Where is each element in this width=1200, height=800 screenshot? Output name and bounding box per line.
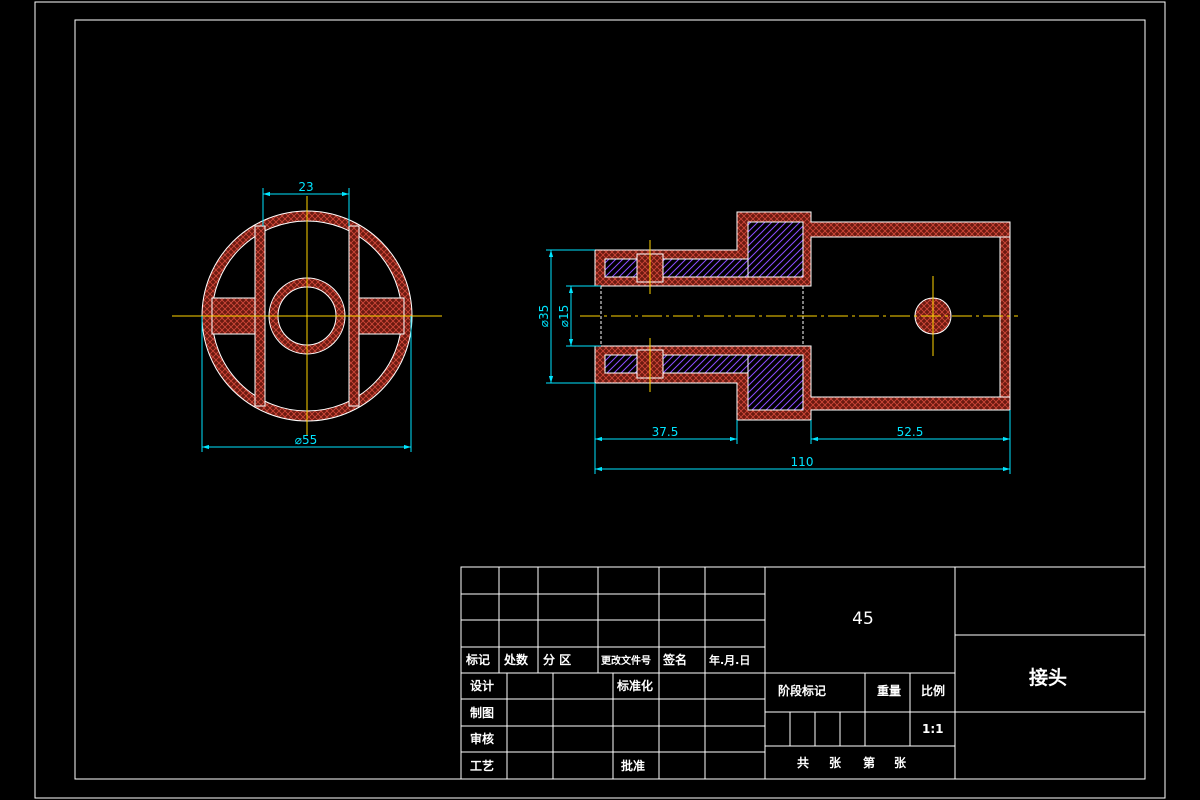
tb-change-doc: 更改文件号 <box>601 654 651 667</box>
dim-37-5: 37.5 <box>652 425 679 439</box>
side-top-pocket-b <box>662 258 749 278</box>
tb-sheets-number: 第 <box>863 755 875 770</box>
tb-zone: 分 区 <box>543 652 571 667</box>
cad-drawing: 23 ⌀55 ⌀35 ⌀15 37.5 52.5 110 标记 处数 分 区 更… <box>34 1 1166 799</box>
dim-diameter-15: ⌀15 <box>557 305 571 328</box>
side-bottom-pocket-c <box>747 354 804 411</box>
tb-signature: 签名 <box>662 652 687 667</box>
tb-design: 设计 <box>470 678 494 693</box>
tb-date: 年.月.日 <box>709 653 750 667</box>
dim-110: 110 <box>791 455 814 469</box>
tb-weight: 重量 <box>877 683 901 698</box>
tb-sheets-sheet2: 张 <box>894 755 907 770</box>
dim-diameter-35: ⌀35 <box>537 305 551 328</box>
tb-process: 工艺 <box>470 758 494 773</box>
side-bottom-pocket-b <box>662 354 749 374</box>
tb-part-name: 接头 <box>1029 667 1067 689</box>
tb-approval: 批准 <box>621 758 645 773</box>
tb-scale-label: 比例 <box>921 683 945 698</box>
side-bottom-pocket-a <box>604 354 638 374</box>
tb-count: 处数 <box>503 652 529 667</box>
side-top-pocket-a <box>604 258 638 278</box>
tb-scale-value: 1:1 <box>922 722 944 736</box>
tb-sheets-sheet: 张 <box>829 755 842 770</box>
tb-drafting: 制图 <box>470 705 494 720</box>
side-right-end <box>999 236 1011 398</box>
tb-stage-mark: 阶段标记 <box>778 683 826 698</box>
tb-standardization: 标准化 <box>616 678 653 693</box>
side-top-pocket-c <box>747 221 804 278</box>
tb-sheets-total: 共 <box>797 755 809 770</box>
front-view: 23 ⌀55 <box>172 180 442 452</box>
dim-52-5: 52.5 <box>897 425 924 439</box>
dim-diameter-55: ⌀55 <box>295 433 318 447</box>
tb-review: 审核 <box>470 731 494 746</box>
tb-material: 45 <box>852 609 874 629</box>
side-view: ⌀35 ⌀15 37.5 52.5 110 <box>537 211 1018 474</box>
tb-mark: 标记 <box>465 652 490 667</box>
dim-23: 23 <box>298 180 313 194</box>
